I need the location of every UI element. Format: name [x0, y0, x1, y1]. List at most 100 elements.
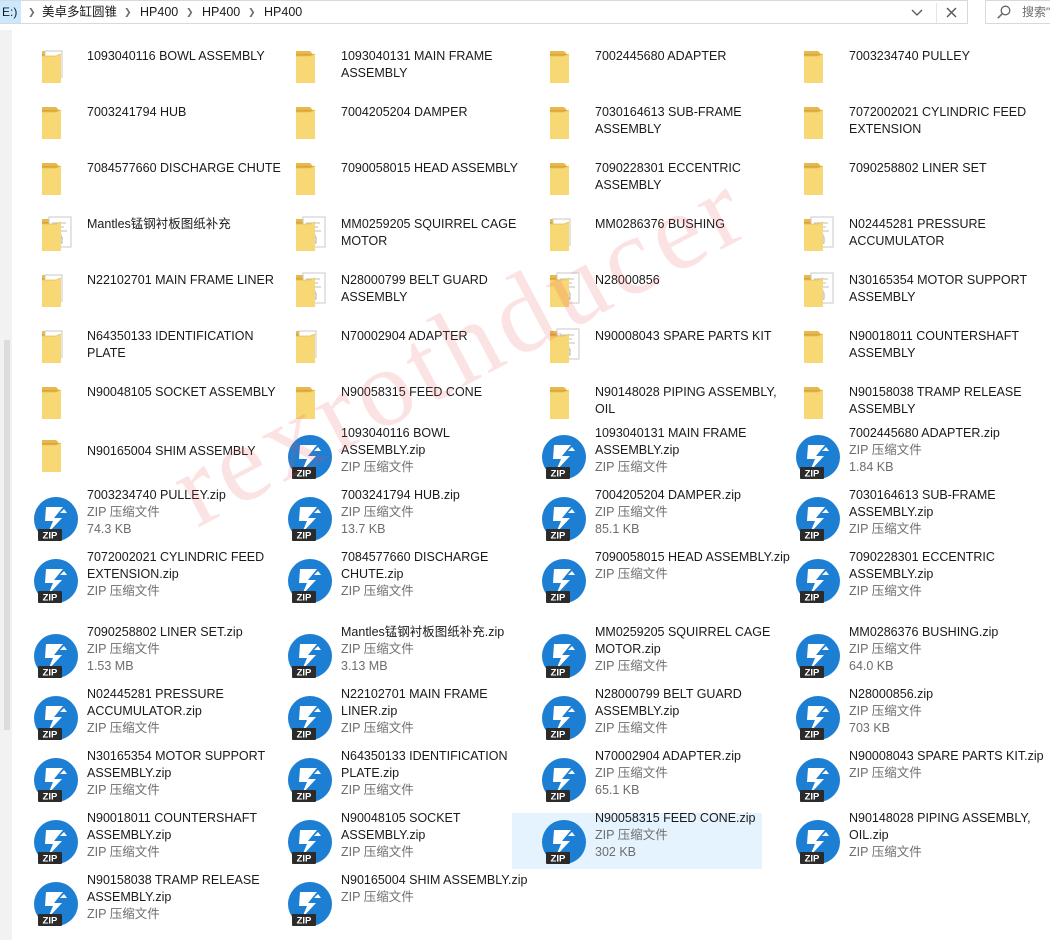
file-name: Mantles锰钢衬板图纸补充 — [87, 217, 231, 231]
zip-file-item[interactable]: ZIP 1093040131 MAIN FRAME ASSEMBLY.zip ZIP… — [508, 426, 758, 484]
folder-item[interactable]: 1093040116 BOWL ASSEMBLY — [0, 38, 265, 94]
folder-item[interactable]: 7004205204 DAMPER — [254, 94, 504, 150]
zip-file-item[interactable]: ZIP N90018011 COUNTERSHAFT ASSEMBLY.zip ZI… — [4, 811, 257, 869]
zip-archive-icon: ZIP — [286, 496, 334, 544]
folder-item[interactable]: N64350133 IDENTIFICATION PLATE — [0, 318, 254, 374]
folder-item[interactable]: 1093040131 MAIN FRAME ASSEMBLY — [254, 38, 504, 94]
folder-item[interactable]: N28000799 BELT GUARD ASSEMBLY — [254, 262, 504, 318]
file-name: N90048105 SOCKET ASSEMBLY.zip — [341, 811, 461, 842]
folder-item[interactable]: MM0286376 BUSHING — [508, 206, 758, 262]
folder-item[interactable]: N90158038 TRAMP RELEASE ASSEMBLY — [762, 374, 1022, 430]
svg-text:ZIP: ZIP — [805, 531, 820, 542]
file-name: N90165004 SHIM ASSEMBLY — [87, 444, 256, 458]
zip-file-item[interactable]: ZIP 7090058015 HEAD ASSEMBLY.zip ZIP 压缩文件 — [508, 550, 790, 608]
zip-file-item[interactable]: ZIP N90058315 FEED CONE.zip ZIP 压缩文件 302 KB — [512, 811, 762, 869]
file-name: MM0259205 SQUIRREL CAGE MOTOR.zip — [595, 625, 771, 656]
file-name: N90058315 FEED CONE.zip — [595, 811, 756, 825]
folder-icon — [546, 266, 594, 314]
zip-file-item[interactable]: ZIP Mantles锰钢衬板图纸补充.zip ZIP 压缩文件 3.13 MB — [258, 625, 508, 683]
folder-item[interactable]: N70002904 ADAPTER — [254, 318, 504, 374]
svg-text:ZIP: ZIP — [43, 916, 58, 927]
zip-archive-icon: ZIP — [794, 633, 842, 681]
file-type: ZIP 压缩文件 — [341, 642, 414, 656]
zip-file-item[interactable]: ZIP N30165354 MOTOR SUPPORT ASSEMBLY.zip Z… — [4, 749, 265, 807]
zip-file-item[interactable]: ZIP N02445281 PRESSURE ACCUMULATOR.zip ZIP… — [4, 687, 254, 745]
folder-item[interactable]: Mantles锰钢衬板图纸补充 — [0, 206, 250, 262]
svg-text:ZIP: ZIP — [805, 469, 820, 480]
file-type: ZIP 压缩文件 — [87, 584, 160, 598]
zip-file-item[interactable]: ZIP MM0286376 BUSHING.zip ZIP 压缩文件 64.0 KB — [766, 625, 1016, 683]
svg-text:ZIP: ZIP — [43, 668, 58, 679]
folder-item[interactable]: N90018011 COUNTERSHAFT ASSEMBLY — [762, 318, 1019, 374]
file-name: 7084577660 DISCHARGE CHUTE.zip — [341, 550, 489, 581]
zip-file-item[interactable]: ZIP 7004205204 DAMPER.zip ZIP 压缩文件 85.1 KB — [508, 488, 758, 546]
folder-item[interactable]: N02445281 PRESSURE ACCUMULATOR — [762, 206, 1012, 262]
zip-file-item[interactable]: ZIP N22102701 MAIN FRAME LINER.zip ZIP 压缩文… — [258, 687, 508, 745]
folder-icon — [800, 154, 848, 202]
zip-file-item[interactable]: ZIP N28000856.zip ZIP 压缩文件 703 KB — [766, 687, 1016, 745]
file-name: 7003234740 PULLEY — [849, 49, 970, 63]
svg-text:ZIP: ZIP — [43, 730, 58, 741]
zip-file-item[interactable]: ZIP 7090228301 ECCENTRIC ASSEMBLY.zip ZIP … — [762, 550, 1012, 608]
folder-item[interactable]: MM0259205 SQUIRREL CAGE MOTOR — [254, 206, 516, 262]
file-name: N28000856.zip — [849, 687, 934, 701]
zip-file-item[interactable]: ZIP N90148028 PIPING ASSEMBLY, OIL.zip ZIP… — [766, 811, 1031, 869]
folder-item[interactable]: 7090258802 LINER SET — [762, 150, 1012, 206]
folder-item[interactable]: 7003234740 PULLEY — [762, 38, 1012, 94]
zip-file-item[interactable]: ZIP N90008043 SPARE PARTS KIT.zip ZIP 压缩文件 — [766, 749, 1044, 807]
folder-item[interactable]: N22102701 MAIN FRAME LINER — [0, 262, 274, 318]
folder-item[interactable]: N90048105 SOCKET ASSEMBLY — [0, 374, 276, 430]
zip-file-item[interactable]: ZIP N70002904 ADAPTER.zip ZIP 压缩文件 65.1 KB — [512, 749, 762, 807]
zip-file-item[interactable]: ZIP N90158038 TRAMP RELEASE ASSEMBLY.zip Z… — [4, 873, 260, 931]
zip-file-item[interactable]: ZIP N90048105 SOCKET ASSEMBLY.zip ZIP 压缩文件 — [258, 811, 508, 869]
zip-file-item[interactable]: ZIP MM0259205 SQUIRREL CAGE MOTOR.zip ZIP … — [512, 625, 770, 683]
file-name: N90048105 SOCKET ASSEMBLY — [87, 385, 276, 399]
folder-item[interactable]: N90148028 PIPING ASSEMBLY, OIL — [508, 374, 777, 430]
zip-file-item[interactable]: ZIP 7003241794 HUB.zip ZIP 压缩文件 13.7 KB — [254, 488, 504, 546]
file-type: ZIP 压缩文件 — [87, 783, 160, 797]
folder-item[interactable]: N28000856 — [508, 262, 758, 318]
folder-item[interactable]: N30165354 MOTOR SUPPORT ASSEMBLY — [762, 262, 1027, 318]
file-type: ZIP 压缩文件 — [849, 766, 922, 780]
folder-icon — [38, 210, 86, 258]
file-size: 1.53 MB — [87, 659, 134, 673]
folder-icon — [292, 98, 340, 146]
folder-item[interactable]: N90008043 SPARE PARTS KIT — [508, 318, 771, 374]
zip-file-item[interactable]: ZIP N64350133 IDENTIFICATION PLATE.zip ZIP… — [258, 749, 508, 807]
svg-text:ZIP: ZIP — [43, 531, 58, 542]
folder-item[interactable]: 7030164613 SUB-FRAME ASSEMBLY — [508, 94, 758, 150]
svg-text:ZIP: ZIP — [805, 668, 820, 679]
zip-file-item[interactable]: ZIP 7090258802 LINER SET.zip ZIP 压缩文件 1.53 … — [4, 625, 254, 683]
file-name: 1093040116 BOWL ASSEMBLY — [87, 49, 265, 63]
zip-archive-icon: ZIP — [794, 434, 842, 482]
folder-item[interactable]: 7072002021 CYLINDRIC FEED EXTENSION — [762, 94, 1026, 150]
zip-file-item[interactable]: ZIP 7030164613 SUB-FRAME ASSEMBLY.zip ZIP … — [762, 488, 1012, 546]
zip-file-item[interactable]: ZIP N28000799 BELT GUARD ASSEMBLY.zip ZIP … — [512, 687, 762, 745]
folder-item[interactable]: 7084577660 DISCHARGE CHUTE — [0, 150, 281, 206]
file-type: ZIP 压缩文件 — [341, 584, 414, 598]
zip-file-item[interactable]: ZIP 7072002021 CYLINDRIC FEED EXTENSION.z… — [0, 550, 264, 608]
zip-archive-icon: ZIP — [794, 558, 842, 606]
file-name: 7030164613 SUB-FRAME ASSEMBLY — [595, 105, 742, 136]
svg-text:ZIP: ZIP — [297, 593, 312, 604]
file-name: 1093040131 MAIN FRAME ASSEMBLY.zip — [595, 426, 747, 457]
folder-item[interactable]: N90165004 SHIM ASSEMBLY — [0, 427, 256, 483]
folder-item[interactable]: 7090058015 HEAD ASSEMBLY — [254, 150, 518, 206]
folder-item[interactable]: 7090228301 ECCENTRIC ASSEMBLY — [508, 150, 758, 206]
zip-file-item[interactable]: ZIP 7003234740 PULLEY.zip ZIP 压缩文件 74.3 KB — [0, 488, 250, 546]
folder-item[interactable]: 7002445680 ADAPTER — [508, 38, 758, 94]
zip-archive-icon: ZIP — [32, 558, 80, 606]
folder-item[interactable]: N90058315 FEED CONE — [254, 374, 504, 430]
zip-file-item[interactable]: ZIP 1093040116 BOWL ASSEMBLY.zip ZIP 压缩文件 — [254, 426, 504, 484]
zip-file-item[interactable]: ZIP 7084577660 DISCHARGE CHUTE.zip ZIP 压缩文… — [254, 550, 504, 608]
zip-archive-icon: ZIP — [794, 819, 842, 867]
zip-file-item[interactable]: ZIP 7002445680 ADAPTER.zip ZIP 压缩文件 1.84 KB — [762, 426, 1012, 484]
file-name: N90148028 PIPING ASSEMBLY, OIL.zip — [849, 811, 1031, 842]
file-type: ZIP 压缩文件 — [87, 642, 160, 656]
folder-icon — [292, 154, 340, 202]
zip-file-item[interactable]: ZIP N90165004 SHIM ASSEMBLY.zip ZIP 压缩文件 — [258, 873, 527, 931]
file-name: N90158038 TRAMP RELEASE ASSEMBLY — [849, 385, 1022, 416]
file-name: 7003234740 PULLEY.zip — [87, 488, 226, 502]
folder-item[interactable]: 7003241794 HUB — [0, 94, 250, 150]
svg-text:ZIP: ZIP — [805, 854, 820, 865]
